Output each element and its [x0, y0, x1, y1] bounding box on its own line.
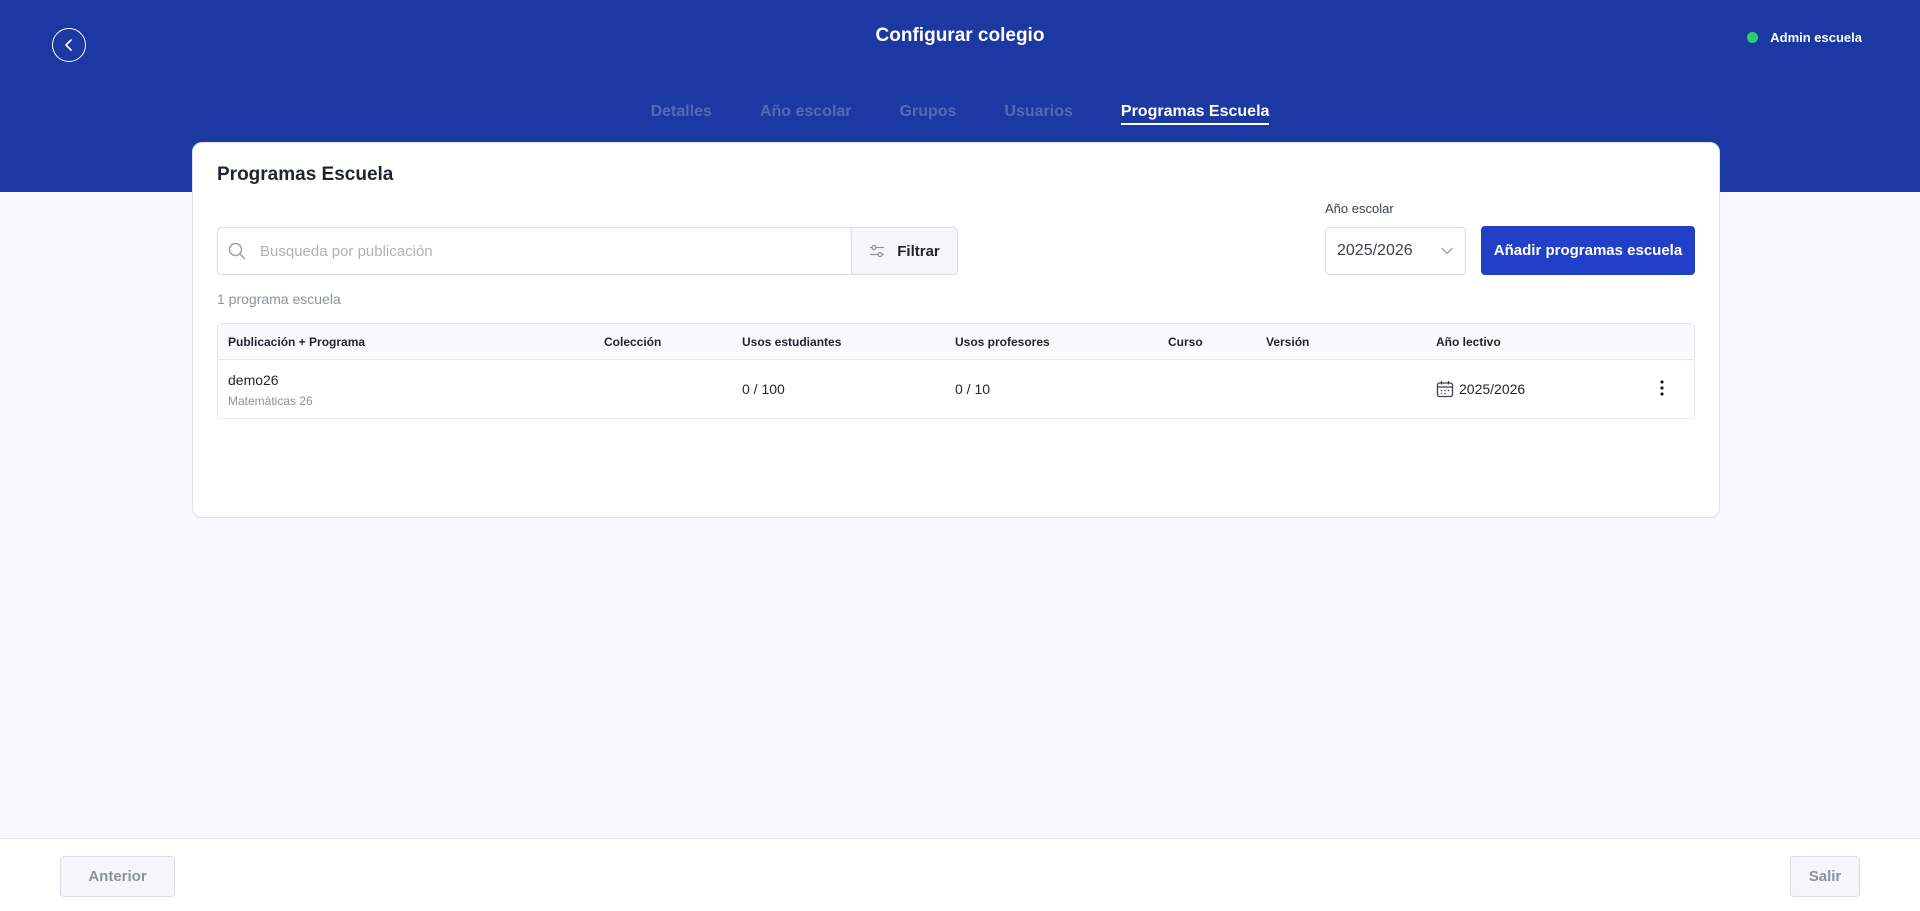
year-cell-value: 2025/2026 [1459, 381, 1526, 397]
programs-card: Programas Escuela Filtrar Año escolar 20… [192, 142, 1720, 518]
program-name: Matemáticas 26 [228, 394, 313, 408]
programs-table: Publicación + Programa Colección Usos es… [217, 323, 1695, 419]
year-cell: 2025/2026 [1436, 380, 1525, 398]
status-dot-icon [1747, 32, 1759, 43]
more-vertical-icon [1660, 380, 1664, 396]
search-input[interactable] [260, 242, 820, 260]
column-header-course[interactable]: Curso [1168, 335, 1203, 349]
exit-button[interactable]: Salir [1790, 856, 1860, 897]
table-header: Publicación + Programa Colección Usos es… [218, 324, 1694, 360]
tab-detalles[interactable]: Detalles [651, 103, 712, 125]
table-row[interactable]: demo26 Matemáticas 26 0 / 100 0 / 10 202… [218, 360, 1694, 418]
year-select-value: 2025/2026 [1337, 242, 1413, 259]
tab-usuarios[interactable]: Usuarios [1004, 103, 1072, 125]
footer-bar: Anterior Salir [0, 838, 1920, 911]
filter-button[interactable]: Filtrar [851, 227, 958, 275]
search-box [217, 227, 852, 275]
user-role-label: Admin escuela [1770, 30, 1862, 45]
row-actions-button[interactable] [1652, 376, 1672, 400]
student-uses-cell: 0 / 100 [742, 381, 785, 397]
year-select-label: Año escolar [1325, 201, 1394, 216]
year-select[interactable]: 2025/2026 [1325, 227, 1466, 275]
search-icon [228, 242, 246, 260]
column-header-publication[interactable]: Publicación + Programa [228, 335, 365, 349]
publication-name: demo26 [228, 372, 279, 388]
teacher-uses-cell: 0 / 10 [955, 381, 991, 397]
sliders-icon [870, 244, 885, 258]
chevron-down-icon [1441, 247, 1453, 255]
add-programs-button[interactable]: Añadir programas escuela [1481, 226, 1695, 275]
column-header-student-uses[interactable]: Usos estudiantes [742, 335, 841, 349]
column-header-teacher-uses[interactable]: Usos profesores [955, 335, 1050, 349]
column-header-collection[interactable]: Colección [604, 335, 661, 349]
tab-programas-escuela[interactable]: Programas Escuela [1120, 103, 1270, 125]
tab-grupos[interactable]: Grupos [900, 103, 957, 125]
calendar-icon [1436, 381, 1454, 398]
card-title: Programas Escuela [217, 164, 394, 185]
previous-button[interactable]: Anterior [60, 856, 175, 897]
tab-bar: Detalles Año escolar Grupos Usuarios Pro… [0, 103, 1920, 125]
column-header-version[interactable]: Versión [1266, 335, 1309, 349]
column-header-year[interactable]: Año lectivo [1436, 335, 1501, 349]
user-status: Admin escuela [1747, 30, 1862, 45]
tab-ano-escolar[interactable]: Año escolar [760, 103, 852, 125]
results-count: 1 programa escuela [217, 291, 341, 307]
filter-label: Filtrar [897, 242, 940, 260]
page-title: Configurar colegio [875, 25, 1045, 46]
